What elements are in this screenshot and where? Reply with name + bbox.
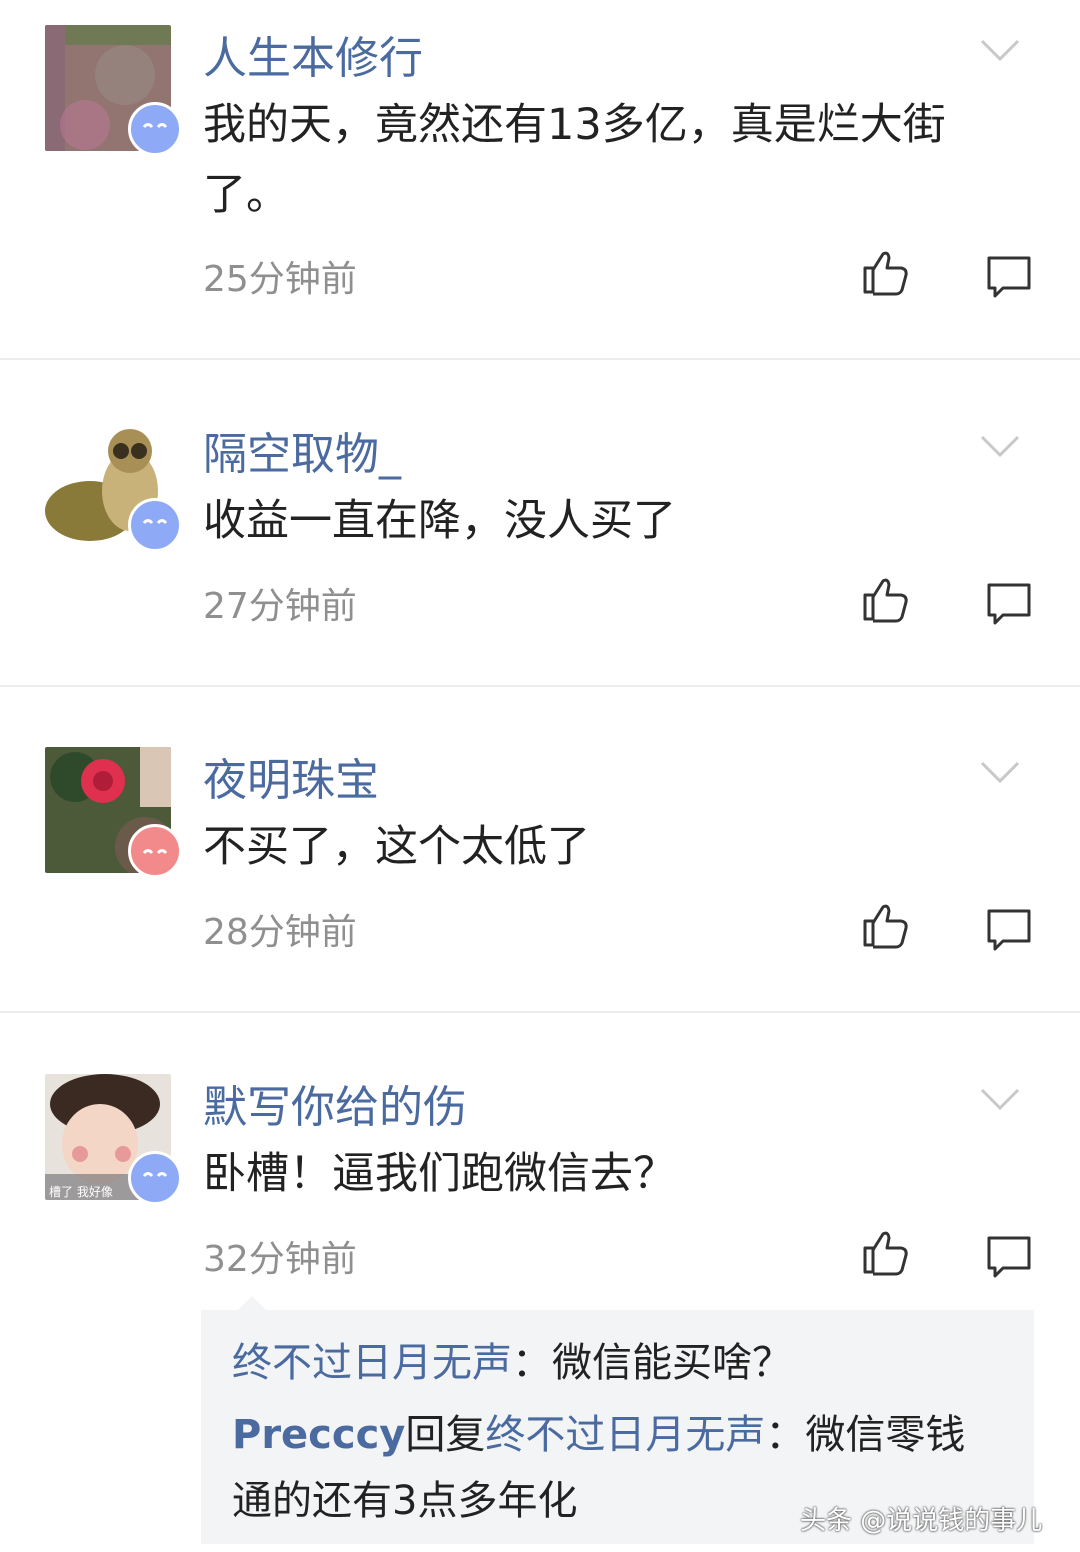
comment-author[interactable]: 默写你给的伤 — [203, 1071, 467, 1135]
reply-author[interactable]: Precccy — [232, 1412, 405, 1458]
reply-target[interactable]: 终不过日月无声 — [485, 1412, 765, 1458]
reply-icon[interactable] — [986, 582, 1032, 630]
reply-icon[interactable] — [986, 255, 1032, 303]
thumbs-up-icon[interactable] — [862, 901, 910, 953]
comment-time: 32分钟前 — [203, 1239, 357, 1280]
comment-time: 25分钟前 — [203, 259, 357, 300]
reply-item[interactable]: Precccy回复终不过日月无声：微信零钱 — [232, 1402, 965, 1460]
comment-text: 收益一直在降，没人买了 — [203, 496, 676, 546]
divider — [0, 1011, 1080, 1013]
chevron-down-icon[interactable] — [980, 38, 1020, 68]
reply-icon[interactable] — [986, 908, 1032, 956]
comment-text: 我的天，竟然还有13多亿，真是烂大街了。 — [203, 100, 946, 220]
chevron-down-icon[interactable] — [980, 434, 1020, 464]
reply-text: 微信零钱 — [805, 1412, 966, 1458]
reply-item[interactable]: 终不过日月无声：微信能买啥？ — [232, 1330, 792, 1388]
divider — [0, 358, 1080, 360]
comment-author[interactable]: 隔空取物_ — [203, 418, 401, 482]
avatar-badge-icon — [128, 102, 182, 156]
reply-icon[interactable] — [986, 1235, 1032, 1283]
reply-author[interactable]: 终不过日月无声 — [232, 1340, 512, 1386]
watermark: 头条 @说说钱的事儿 — [800, 1506, 1043, 1536]
reply-text: 微信能买啥？ — [552, 1340, 792, 1386]
reply-box-pointer — [238, 1296, 266, 1310]
comment-text: 卧槽！逼我们跑微信去？ — [203, 1149, 676, 1199]
reply-separator: ： — [765, 1412, 806, 1458]
avatar-badge-icon — [128, 498, 182, 552]
avatar-caption: 槽了 我好像 — [49, 1185, 113, 1199]
reply-text-continued: 通的还有3点多年化 — [232, 1478, 578, 1524]
comment-author[interactable]: 夜明珠宝 — [203, 744, 379, 808]
chevron-down-icon[interactable] — [980, 760, 1020, 790]
comment-time: 28分钟前 — [203, 912, 357, 953]
comment-author[interactable]: 人生本修行 — [203, 22, 423, 86]
avatar-badge-icon — [128, 1151, 182, 1205]
comment-time: 27分钟前 — [203, 586, 357, 627]
thumbs-up-icon[interactable] — [862, 1228, 910, 1280]
comment-text: 不买了，这个太低了 — [203, 822, 590, 872]
reply-separator: ： — [512, 1340, 552, 1386]
thumbs-up-icon[interactable] — [862, 575, 910, 627]
divider — [0, 685, 1080, 687]
avatar-badge-icon — [128, 824, 182, 878]
thumbs-up-icon[interactable] — [862, 248, 910, 300]
chevron-down-icon[interactable] — [980, 1087, 1020, 1117]
reply-verb: 回复 — [405, 1412, 486, 1458]
